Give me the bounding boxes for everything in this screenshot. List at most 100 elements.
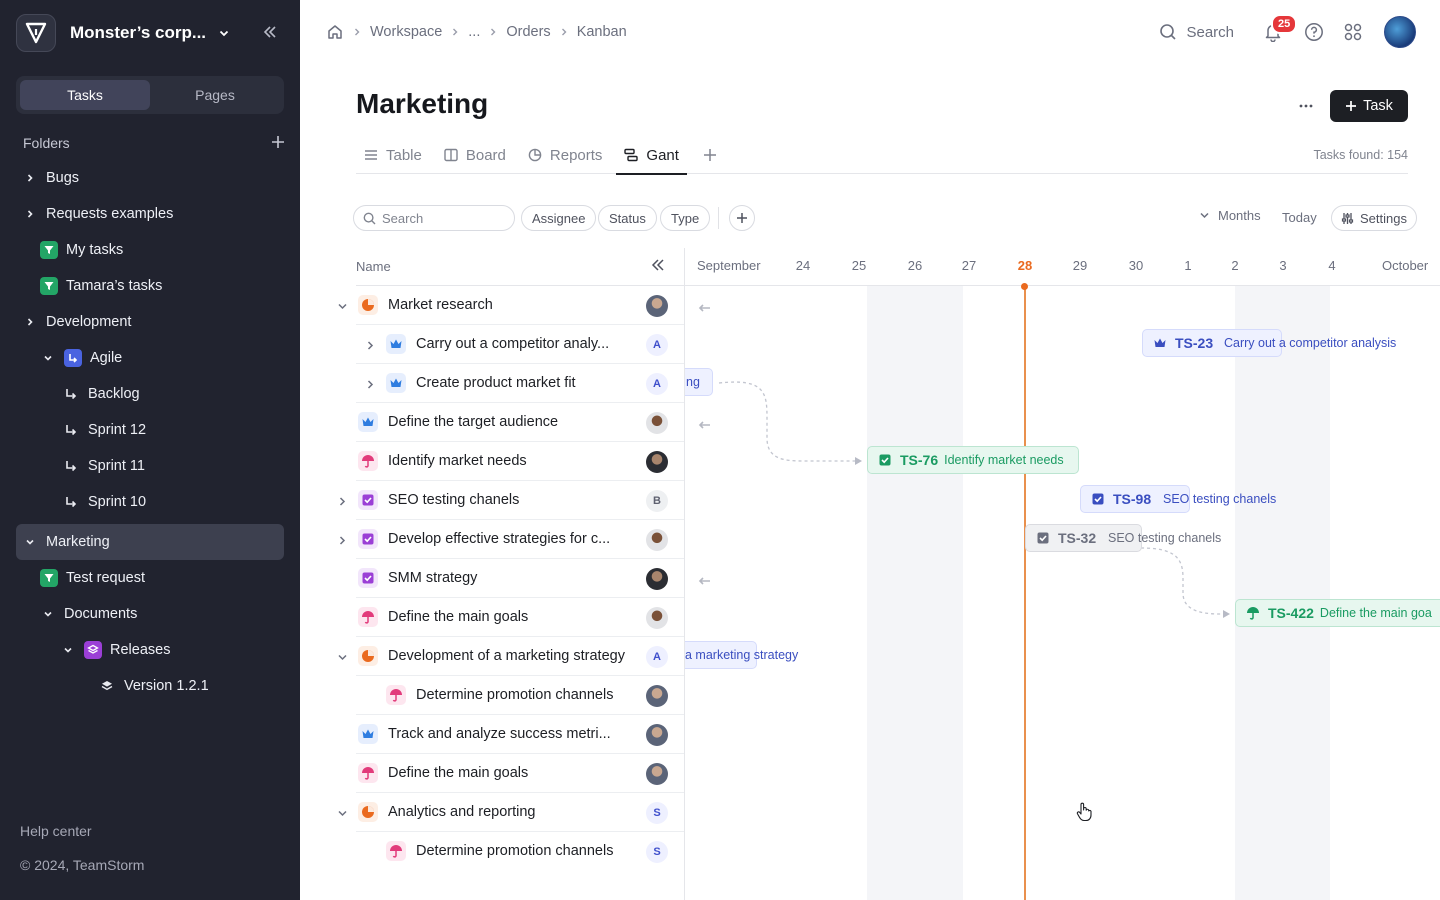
chevron-down-icon[interactable] (40, 606, 56, 622)
collapse-sidebar-icon[interactable] (262, 24, 294, 40)
add-folder-icon[interactable] (271, 135, 285, 152)
task-row[interactable]: Identify market needs (330, 442, 684, 481)
gantt-bar-title: SEO testing chanels (1163, 492, 1277, 506)
folders-label: Folders (23, 135, 70, 151)
task-row[interactable]: Market research (330, 286, 684, 325)
sidebar-item-label: Test request (66, 570, 145, 586)
sidebar-item-test-request[interactable]: Test request (16, 560, 284, 596)
filter-assignee[interactable]: Assignee (521, 205, 597, 231)
gantt-bar-key: TS-422 (1268, 605, 1314, 621)
chevron-right-icon[interactable] (22, 314, 38, 330)
sidebar-item-my-tasks[interactable]: My tasks (16, 232, 284, 268)
sidebar-item-development[interactable]: Development (16, 304, 284, 340)
home-icon[interactable] (326, 23, 344, 41)
sidebar-item-agile[interactable]: Agile (16, 340, 284, 376)
chevron-right-icon[interactable] (362, 337, 378, 353)
user-avatar[interactable] (1384, 16, 1416, 48)
task-name: Determine promotion channels (416, 687, 614, 703)
assignee-avatar: B (646, 490, 668, 512)
settings-button[interactable]: Settings (1331, 205, 1417, 231)
help-center-link[interactable]: Help center (20, 823, 92, 839)
crown-icon (358, 412, 378, 432)
collapse-list-icon[interactable] (650, 257, 666, 273)
scale-selector[interactable]: Months (1199, 208, 1261, 223)
chevron-right-icon[interactable] (334, 493, 350, 509)
search-label: Search (1186, 23, 1234, 41)
filter-type[interactable]: Type (660, 205, 711, 231)
task-row[interactable]: Define the main goals (330, 598, 684, 637)
sidebar-item-marketing[interactable]: Marketing (16, 524, 284, 560)
gantt-bar[interactable]: ng (685, 368, 713, 396)
sidebar-item-sprint-11[interactable]: Sprint 11 (16, 448, 284, 484)
add-view-icon[interactable] (703, 136, 717, 174)
sidebar-item-version-1-2-1[interactable]: Version 1.2.1 (16, 668, 284, 704)
chevron-down-icon[interactable] (218, 27, 230, 39)
sidebar-item-releases[interactable]: Releases (16, 632, 284, 668)
task-row[interactable]: Define the main goals (330, 754, 684, 793)
breadcrumb-workspace[interactable]: Workspace (370, 24, 442, 40)
gantt-bar-key: TS-23 (1175, 335, 1214, 351)
tab-reports[interactable]: Reports (526, 136, 605, 174)
chevron-down-icon[interactable] (60, 642, 76, 658)
gantt-bar[interactable]: TS-422 Define the main goa (1235, 599, 1440, 627)
segment-pages[interactable]: Pages (150, 80, 280, 110)
more-options-icon[interactable] (1294, 96, 1318, 116)
chevron-down-icon[interactable] (334, 805, 350, 821)
sidebar-item-bugs[interactable]: Bugs (16, 160, 284, 196)
chevron-right-icon[interactable] (22, 170, 38, 186)
sub-arrow-icon (62, 493, 80, 511)
filter-status[interactable]: Status (598, 205, 657, 231)
add-filter-icon[interactable] (729, 205, 755, 231)
filter-icon (40, 241, 58, 259)
assignee-avatar (646, 763, 668, 785)
task-row[interactable]: Development of a marketing strategy A (330, 637, 684, 676)
workspace-switcher[interactable]: Monster’s corp... (16, 14, 284, 52)
sidebar-item-backlog[interactable]: Backlog (16, 376, 284, 412)
sidebar-item-sprint-10[interactable]: Sprint 10 (16, 484, 284, 520)
sidebar-item-sprint-12[interactable]: Sprint 12 (16, 412, 284, 448)
global-search[interactable]: Search (1159, 23, 1234, 41)
tab-gant[interactable]: Gant (616, 136, 687, 175)
chevron-down-icon[interactable] (334, 649, 350, 665)
help-icon[interactable] (1304, 22, 1324, 42)
sidebar-item-tamaras-tasks[interactable]: Tamara’s tasks (16, 268, 284, 304)
chevron-right-icon[interactable] (362, 376, 378, 392)
task-row[interactable]: SEO testing chanels B (330, 481, 684, 520)
task-row[interactable]: Track and analyze success metri... (330, 715, 684, 754)
chevron-right-icon[interactable] (334, 532, 350, 548)
sidebar-item-label: Bugs (46, 170, 80, 186)
chevron-down-icon[interactable] (22, 534, 38, 550)
gantt-chart[interactable]: September 24 25 26 27 28 29 30 1 2 3 4 O… (684, 248, 1440, 900)
tab-board[interactable]: Board (442, 136, 508, 174)
task-name: Identify market needs (388, 453, 527, 469)
task-row[interactable]: Develop effective strategies for c... (330, 520, 684, 559)
task-row[interactable]: Analytics and reporting S (330, 793, 684, 832)
today-button[interactable]: Today (1282, 210, 1317, 225)
add-task-button[interactable]: Task (1330, 90, 1408, 122)
sub-arrow-icon (62, 457, 80, 475)
task-row[interactable]: Determine promotion channels S (330, 832, 684, 871)
umbrella-icon (358, 763, 378, 783)
task-row[interactable]: Define the target audience (330, 403, 684, 442)
sub-arrow-icon (62, 421, 80, 439)
breadcrumb-ellipsis[interactable]: ... (468, 24, 480, 40)
tab-table[interactable]: Table (362, 136, 424, 174)
breadcrumb-kanban[interactable]: Kanban (577, 24, 627, 40)
page-title: Marketing (356, 88, 489, 119)
search-input[interactable]: Search (353, 205, 515, 231)
chevron-down-icon[interactable] (40, 350, 56, 366)
apps-grid-icon[interactable] (1344, 23, 1362, 41)
chevron-down-icon[interactable] (334, 298, 350, 314)
sidebar-item-documents[interactable]: Documents (16, 596, 284, 632)
gantt-bar[interactable]: TS-76 Identify market needs (867, 446, 1079, 474)
sidebar-item-requests-examples[interactable]: Requests examples (16, 196, 284, 232)
task-row[interactable]: Determine promotion channels (330, 676, 684, 715)
task-row[interactable]: Carry out a competitor analy... A (330, 325, 684, 364)
chevron-right-icon[interactable] (22, 206, 38, 222)
breadcrumb-orders[interactable]: Orders (506, 24, 550, 40)
segment-tasks[interactable]: Tasks (20, 80, 150, 110)
task-row[interactable]: SMM strategy (330, 559, 684, 598)
notifications-button[interactable]: 25 (1264, 14, 1298, 42)
task-row[interactable]: Create product market fit A (330, 364, 684, 403)
assignee-avatar (646, 607, 668, 629)
